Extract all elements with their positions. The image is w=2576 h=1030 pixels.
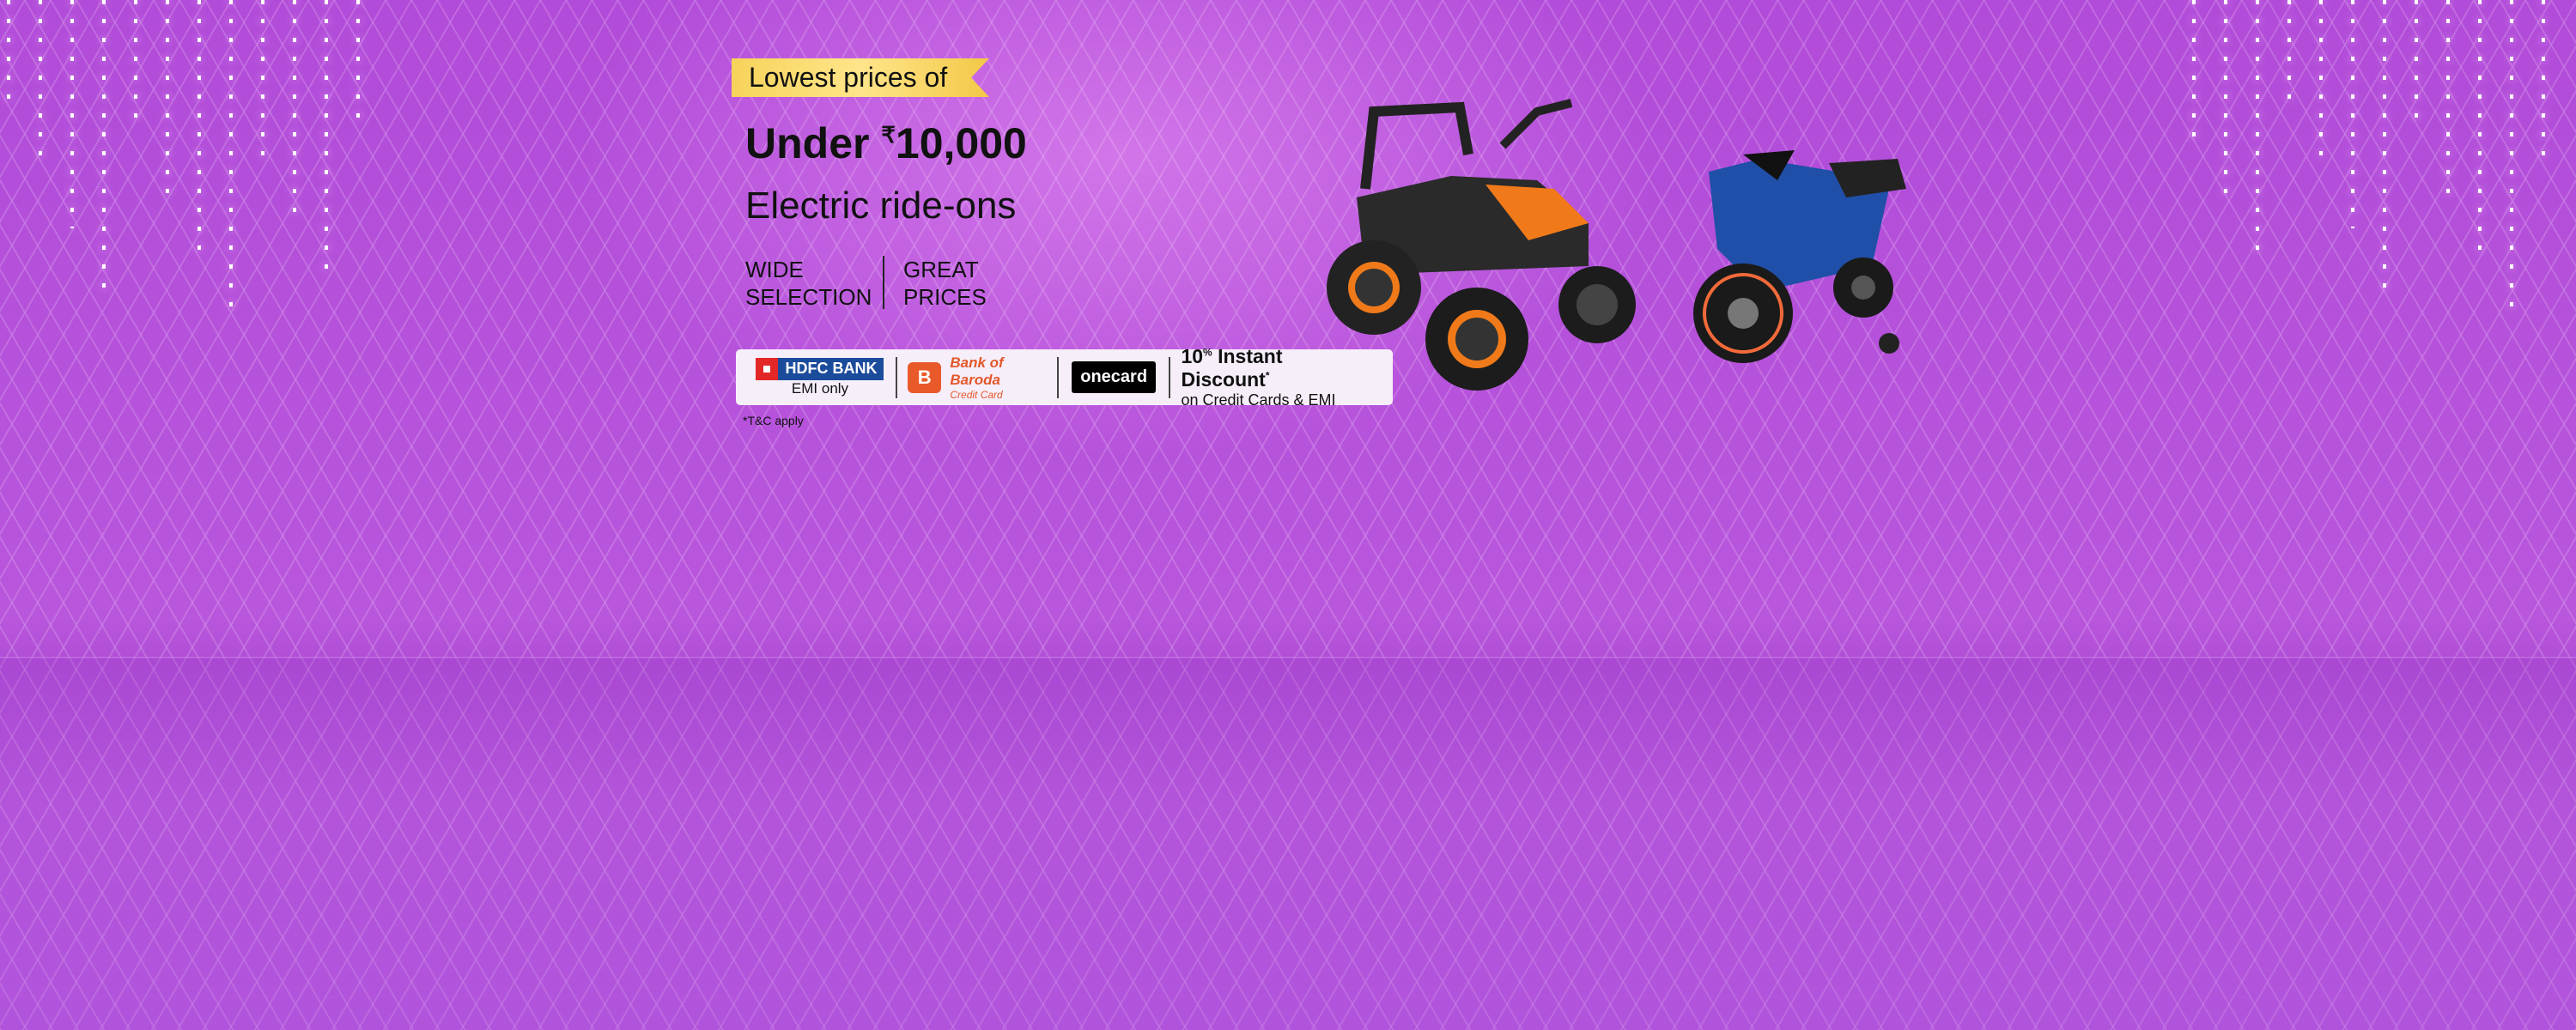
light-strand [70,0,74,228]
discount-sub: on Credit Cards & EMI [1181,391,1336,409]
light-strand [325,0,328,283]
feature-line: WIDE [745,257,804,282]
light-strand [2224,0,2227,201]
onecard-logo: onecard [1072,361,1157,393]
hdfc-logo: HDFC BANK [756,357,884,380]
light-strand [7,0,10,103]
light-strand [134,0,137,130]
light-strand [39,0,42,166]
feature-line: PRICES [903,284,987,310]
category-title: Electric ride-ons [745,185,1017,227]
feature-great-prices: GREAT PRICES [903,256,1041,311]
onecard-offer: onecard [1059,356,1171,398]
light-strand [2383,0,2386,291]
bob-logo-icon: B [907,361,942,393]
light-strand [2542,0,2545,158]
light-strand [2287,0,2291,103]
light-strand [293,0,296,221]
light-strand [102,0,106,291]
bank-offer-strip[interactable]: HDFC BANK EMI only B Bank of Baroda Credi… [736,345,1393,409]
light-strand [2351,0,2354,228]
headline: Under ₹10,000 [745,118,1027,168]
string-lights-right-icon [2185,0,2576,343]
headline-amount: 10,000 [895,119,1027,167]
hdfc-sub: EMI only [791,379,849,397]
divider [883,256,884,309]
pct-sign: % [1203,346,1212,359]
light-strand [2319,0,2323,166]
hdfc-logo-text: HDFC BANK [785,360,878,377]
motorbike-image [1693,150,1906,363]
asterisk: * [1265,369,1270,382]
ride-on-vehicles-image[interactable] [1314,94,1932,395]
light-strand [2192,0,2196,138]
feature-line: GREAT [903,257,979,282]
light-strand [229,0,233,318]
bob-name: Bank of Baroda [950,354,1004,388]
hdfc-mark-icon [756,357,779,380]
light-strand [2256,0,2259,264]
floor [0,657,2576,1030]
light-strand [2478,0,2482,256]
feature-line: SELECTION [745,284,872,310]
bob-sub: Credit Card [950,388,1003,401]
lowest-prices-ribbon: Lowest prices of the year [732,58,989,97]
atv-image [1327,99,1636,391]
light-strand [2510,0,2513,318]
light-strand [166,0,169,193]
light-strand [2446,0,2450,193]
headline-prefix: Under [745,119,882,167]
light-strand [261,0,264,158]
light-strand [356,0,360,123]
promo-banner[interactable]: Lowest prices of the year Under ₹10,000 … [0,0,2576,1030]
light-strand [2415,0,2418,130]
currency-symbol: ₹ [881,122,896,148]
discount-pct: 10 [1181,345,1204,367]
light-strand [197,0,201,256]
bob-offer: B Bank of Baroda Credit Card [897,354,1059,401]
string-lights-left-icon [0,0,391,343]
hdfc-offer: HDFC BANK EMI only [744,356,897,398]
terms-note: *T&C apply [743,414,804,427]
feature-wide-selection: WIDE SELECTION [745,256,883,311]
features: WIDE SELECTION GREAT PRICES [745,256,1041,311]
